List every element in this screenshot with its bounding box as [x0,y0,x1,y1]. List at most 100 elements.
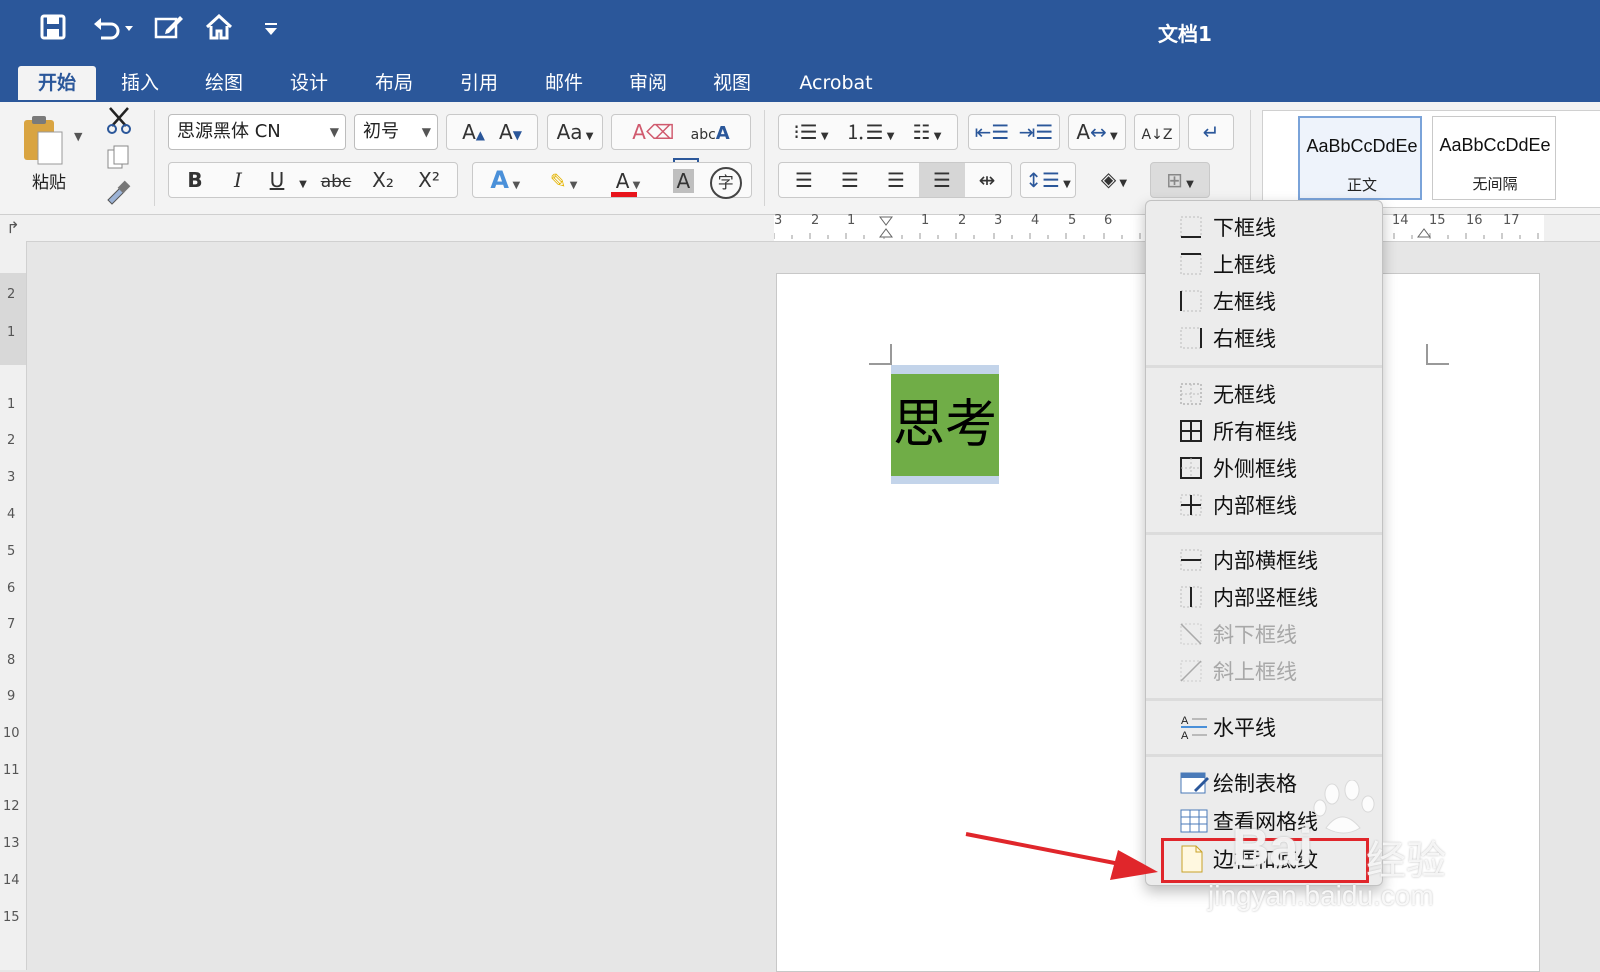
ruler-number: 11 [3,763,20,778]
asian-layout-button[interactable]: A↔ ▼ [1068,114,1126,150]
tab-layout[interactable]: 布局 [360,66,428,100]
font-color-icon[interactable]: A ▼ [599,164,657,203]
grow-shrink-font-group: A▲ A▼ [446,114,538,150]
style-no-spacing[interactable]: AaBbCcDdEe 无间隔 [1432,116,1556,200]
superscript-button[interactable]: X² [406,163,452,197]
numbered-list-icon[interactable]: ⒈☰ ▼ [841,115,899,154]
chevron-down-icon: ▼ [329,125,339,139]
menu-item-no-border[interactable]: 无框线 [1146,376,1382,412]
menu-item-inside-vertical-border[interactable]: 内部竖框线 [1146,579,1382,615]
menu-item-label: 外侧框线 [1213,457,1297,481]
highlight-icon[interactable]: ✎ ▼ [535,164,593,203]
underline-dropdown-icon[interactable]: ▼ [294,168,312,202]
menu-item-top-border[interactable]: 上框线 [1146,246,1382,282]
tab-home[interactable]: 开始 [18,66,96,100]
menu-item-all-borders[interactable]: 所有框线 [1146,413,1382,449]
increase-indent-icon[interactable]: ⇥☰ [1014,115,1058,149]
ruler-number: 5 [7,544,16,559]
paste-icon[interactable] [20,112,70,172]
align-left-icon[interactable]: ☰ [781,163,827,197]
tab-design[interactable]: 设计 [275,66,343,100]
show-marks-button[interactable]: ↵ [1188,114,1234,150]
tab-selector-icon[interactable]: ↱ [0,215,26,241]
ruler-number: 4 [7,507,16,522]
bottom-border-icon [1180,216,1202,238]
ruler-number: 14 [1392,213,1409,228]
menu-item-bottom-border[interactable]: 下框线 [1146,209,1382,245]
menu-item-label: 所有框线 [1213,420,1297,444]
enclose-character-icon[interactable]: 字 [709,167,742,199]
justify-icon[interactable]: ☰ [919,163,965,197]
character-shading-icon[interactable]: A [663,164,703,198]
menu-item-inside-borders[interactable]: 内部框线 [1146,487,1382,523]
inside-horizontal-border-icon [1180,549,1202,571]
tab-mailings[interactable]: 邮件 [530,66,598,100]
bullet-list-icon[interactable]: ⁝☰ ▼ [781,115,841,154]
svg-text:A: A [1181,715,1189,727]
menu-item-inside-horizontal-border[interactable]: 内部横框线 [1146,542,1382,578]
bold-button[interactable]: B [174,163,216,197]
menu-item-label: 斜下框线 [1213,623,1297,647]
customize-toolbar-icon[interactable] [254,14,288,48]
menu-item-outside-borders[interactable]: 外侧框线 [1146,450,1382,486]
change-case-button[interactable]: Aa ▼ [547,114,603,150]
ribbon: ▼ 粘贴 思源黑体 CN ▼ 初号 ▼ A▲A▼ Aa ▼ A⌫ abcA A … [0,102,1600,215]
paste-label[interactable]: 粘贴 [32,168,66,193]
sort-button[interactable]: A↓Z [1134,114,1180,150]
menu-separator [1146,365,1382,368]
margin-corner-mark [869,344,892,365]
right-border-icon [1180,327,1202,349]
tab-acrobat[interactable]: Acrobat [786,66,886,100]
ruler-number: 1 [7,397,16,412]
style-name: 正文 [1346,176,1377,194]
tab-insert[interactable]: 插入 [106,66,174,100]
subscript-button[interactable]: X₂ [360,163,406,197]
clear-formatting-icon[interactable]: A⌫ [632,120,674,144]
tab-references[interactable]: 引用 [445,66,513,100]
paste-dropdown-icon[interactable]: ▼ [74,130,82,143]
edit-document-icon[interactable] [152,14,186,48]
align-right-icon[interactable]: ☰ [873,163,919,197]
menu-item-label: 上框线 [1213,253,1276,277]
tab-view[interactable]: 视图 [698,66,766,100]
font-name-dropdown[interactable]: 思源黑体 CN ▼ [168,114,346,150]
borders-button[interactable]: ⊞ ▼ [1150,162,1210,198]
strikethrough-button[interactable]: abc [312,165,360,199]
grow-font-icon[interactable]: A▲ [462,120,485,144]
ruler-number: 15 [1429,213,1446,228]
format-painter-icon[interactable] [104,178,132,206]
decrease-indent-icon[interactable]: ⇤☰ [970,115,1014,149]
underline-button[interactable]: U [260,163,294,197]
text-effects-icon[interactable]: A ▼ [482,163,528,203]
save-icon[interactable] [36,14,70,48]
menu-item-horizontal-line[interactable]: AA 水平线 [1146,709,1382,745]
font-size-dropdown[interactable]: 初号 ▼ [354,114,438,150]
document-text[interactable]: 思考 [891,374,999,476]
align-center-icon[interactable]: ☰ [827,163,873,197]
menu-item-right-border[interactable]: 右框线 [1146,320,1382,356]
style-normal[interactable]: AaBbCcDdEe 正文 [1298,116,1422,200]
line-spacing-button[interactable]: ↕☰ ▼ [1020,162,1076,198]
tab-review[interactable]: 审阅 [614,66,682,100]
indent-group: ⇤☰ ⇥☰ [968,114,1060,150]
copy-icon[interactable] [106,144,130,170]
menu-item-left-border[interactable]: 左框线 [1146,283,1382,319]
ruler-number: 4 [1031,213,1040,228]
tab-draw[interactable]: 绘图 [190,66,258,100]
menu-item-label: 内部竖框线 [1213,586,1318,610]
vertical-ruler[interactable]: 2 1 1 2 3 4 5 6 7 8 9 10 11 12 13 14 15 [0,241,27,970]
document-title: 文档1 [1158,22,1212,46]
home-icon[interactable] [202,13,236,48]
ruler-number: 12 [3,799,20,814]
italic-button[interactable]: I [216,163,260,197]
cut-icon[interactable] [106,106,132,134]
shrink-font-icon[interactable]: A▼ [499,120,522,144]
phonetic-guide-icon[interactable]: abcA [691,123,730,144]
distributed-icon[interactable]: ⇹ [965,163,1009,197]
shading-button[interactable]: ◈ ▼ [1084,162,1144,198]
ruler-number: 1 [7,325,16,340]
undo-icon[interactable] [88,14,138,48]
left-border-icon [1180,290,1202,312]
menu-item-diagonal-up-border: 斜上框线 [1146,653,1382,689]
multilevel-list-icon[interactable]: ☷ ▼ [899,115,955,154]
